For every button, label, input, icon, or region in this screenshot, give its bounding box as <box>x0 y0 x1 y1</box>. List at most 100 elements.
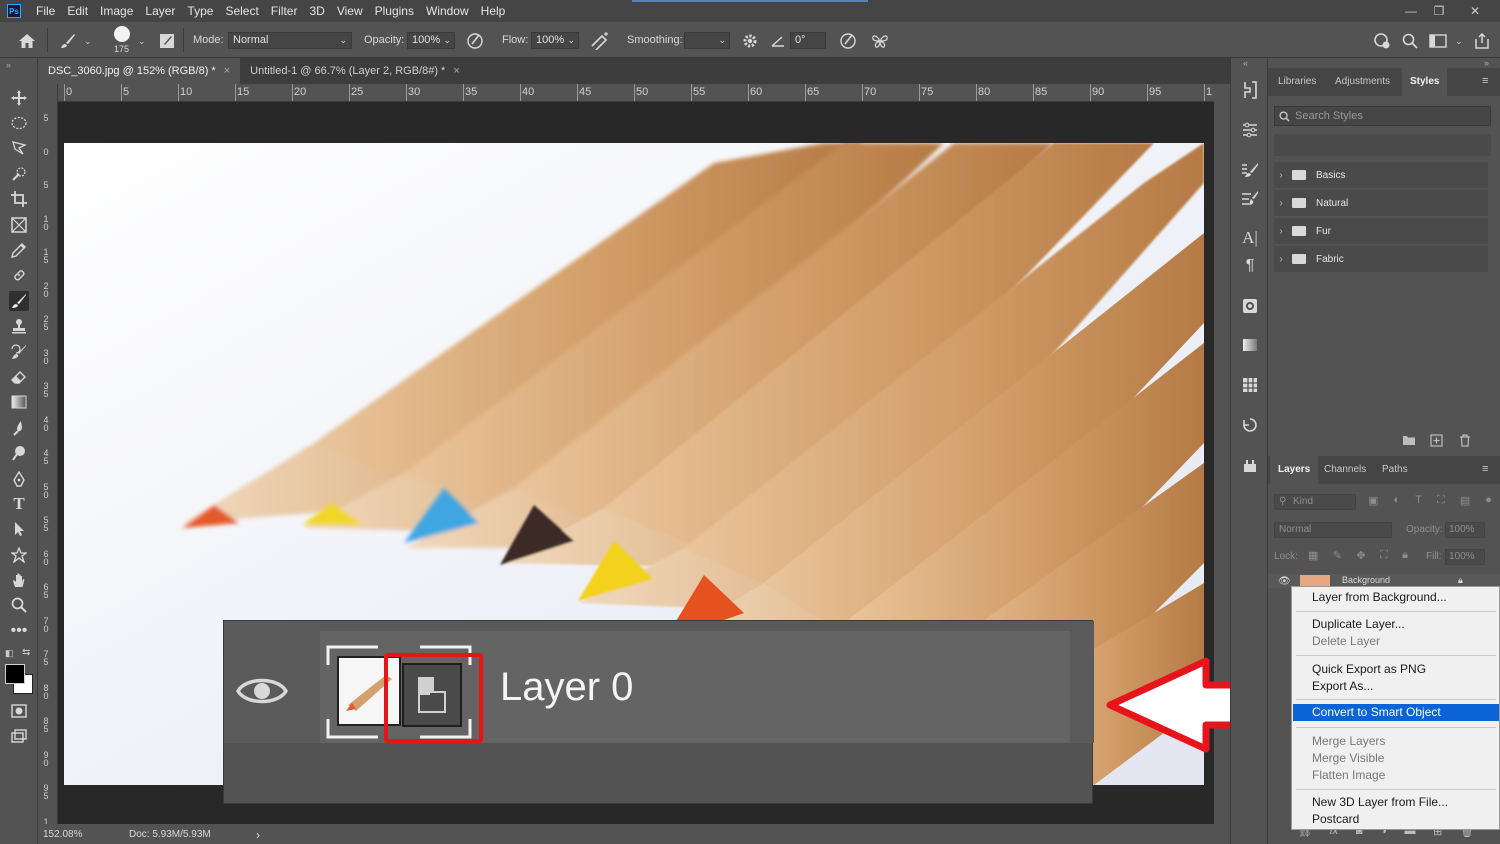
layer-kind-filter[interactable]: ⚲ Kind <box>1274 494 1356 510</box>
lock-transparent-icon[interactable]: ▦ <box>1308 549 1318 563</box>
menu-item-postcard[interactable]: Postcard <box>1293 811 1499 828</box>
restore-icon[interactable]: ❐ <box>1424 0 1454 22</box>
frame-tool-icon[interactable] <box>9 215 29 235</box>
style-folder-fabric[interactable]: › Fabric <box>1274 246 1488 272</box>
menu-edit[interactable]: Edit <box>61 0 94 22</box>
flow-field[interactable]: 100% ⌄ <box>531 32 579 49</box>
pen-tool-icon[interactable] <box>9 469 29 489</box>
history-panel-icon[interactable] <box>1240 80 1260 100</box>
pressure-size-icon[interactable] <box>838 31 858 51</box>
quick-selection-tool-icon[interactable] <box>9 164 29 184</box>
search-icon[interactable] <box>1400 31 1420 51</box>
tab-styles[interactable]: Styles <box>1402 68 1448 96</box>
move-tool-icon[interactable] <box>9 88 29 108</box>
zoom-tool-icon[interactable] <box>9 595 29 615</box>
chevron-down-icon[interactable]: ⌄ <box>1455 36 1463 47</box>
history-brush-tool-icon[interactable] <box>9 342 29 362</box>
brush-settings-icon[interactable] <box>1240 188 1260 208</box>
horizontal-ruler[interactable]: 0 5 10 15 20 25 30 35 40 45 50 55 60 65 70 75 80 85 90 95 1 <box>58 84 1214 102</box>
default-colors-icon[interactable]: ◧ <box>5 648 14 659</box>
menu-select[interactable]: Select <box>219 0 264 22</box>
menu-type[interactable]: Type <box>181 0 219 22</box>
menu-item-new-3d-layer[interactable]: New 3D Layer from File... <box>1293 794 1499 811</box>
smoothing-field[interactable]: ⌄ <box>684 32 730 49</box>
eraser-tool-icon[interactable] <box>9 367 29 387</box>
custom-shape-tool-icon[interactable] <box>9 545 29 565</box>
learn-icon[interactable] <box>1372 31 1392 51</box>
tab-layers[interactable]: Layers <box>1270 456 1319 484</box>
hand-tool-icon[interactable] <box>9 570 29 590</box>
tab-adjustments[interactable]: Adjustments <box>1327 68 1398 96</box>
airbrush-icon[interactable] <box>590 31 610 51</box>
filter-toggle-icon[interactable]: ● <box>1485 494 1492 510</box>
new-group-icon[interactable] <box>1402 434 1416 449</box>
new-style-icon[interactable] <box>1430 434 1443 450</box>
tab-channels[interactable]: Channels <box>1316 456 1374 484</box>
style-folder-fur[interactable]: › Fur <box>1274 218 1488 244</box>
brush-tip-preview[interactable] <box>114 26 130 42</box>
menu-image[interactable]: Image <box>94 0 139 22</box>
menu-view[interactable]: View <box>331 0 369 22</box>
lock-all-icon[interactable]: 🔒︎ <box>1402 549 1408 563</box>
opacity-field[interactable]: 100% ⌄ <box>407 32 455 49</box>
collapse-panel-icon[interactable]: » <box>6 60 11 70</box>
spot-healing-tool-icon[interactable] <box>9 265 29 285</box>
brush-tool-icon[interactable] <box>9 291 29 311</box>
more-tools-icon[interactable]: ••• <box>9 621 29 641</box>
collapse-panel-icon[interactable]: « <box>1243 58 1248 68</box>
menu-item-flatten-image[interactable]: Flatten Image <box>1293 767 1499 784</box>
menu-filter[interactable]: Filter <box>265 0 304 22</box>
patterns-panel-icon[interactable] <box>1240 415 1260 435</box>
menu-item-merge-layers[interactable]: Merge Layers <box>1293 733 1499 750</box>
filter-pixel-icon[interactable]: ▣ <box>1368 494 1378 510</box>
filter-adjustment-icon[interactable]: ◐ <box>1393 494 1400 510</box>
menu-file[interactable]: File <box>30 0 61 22</box>
menu-plugins[interactable]: Plugins <box>369 0 420 22</box>
menu-item-delete-layer[interactable]: Delete Layer <box>1293 633 1499 650</box>
minimize-icon[interactable]: — <box>1396 0 1426 22</box>
screen-mode-icon[interactable] <box>9 726 29 746</box>
marquee-tool-icon[interactable] <box>9 113 29 133</box>
crop-tool-icon[interactable] <box>9 189 29 209</box>
adjustments-panel-icon[interactable] <box>1240 120 1260 140</box>
eye-icon[interactable]: 👁︎ <box>1278 576 1291 587</box>
filter-smart-object-icon[interactable]: ▤ <box>1460 494 1470 510</box>
filter-type-icon[interactable]: T <box>1415 494 1422 510</box>
zoom-level[interactable]: 152.08% <box>43 829 82 840</box>
menu-window[interactable]: Window <box>420 0 475 22</box>
menu-layer[interactable]: Layer <box>139 0 181 22</box>
menu-3d[interactable]: 3D <box>303 0 330 22</box>
camera-panel-icon[interactable] <box>1240 296 1260 316</box>
swap-colors-icon[interactable]: ⇆ <box>22 647 30 658</box>
type-tool-icon[interactable]: T <box>9 494 29 514</box>
search-styles-input[interactable]: Search Styles <box>1274 106 1491 126</box>
path-selection-tool-icon[interactable] <box>9 519 29 539</box>
tab-untitled-1[interactable]: Untitled-1 @ 66.7% (Layer 2, RGB/8#) * × <box>240 58 470 84</box>
plugins-panel-icon[interactable] <box>1240 456 1260 476</box>
lock-artboard-icon[interactable]: ⛶ <box>1380 549 1388 563</box>
menu-help[interactable]: Help <box>475 0 512 22</box>
lasso-tool-icon[interactable] <box>9 138 29 158</box>
symmetry-butterfly-icon[interactable] <box>870 31 890 51</box>
style-folder-basics[interactable]: › Basics <box>1274 162 1488 188</box>
panel-menu-icon[interactable]: ≡ <box>1482 75 1488 87</box>
brush-settings-panel-icon[interactable] <box>157 31 177 51</box>
close-icon[interactable]: × <box>224 65 230 77</box>
paragraph-panel-icon[interactable]: ¶ <box>1240 256 1260 276</box>
share-icon[interactable] <box>1472 31 1492 51</box>
lock-position-icon[interactable]: ✥ <box>1356 549 1365 563</box>
lock-pixels-icon[interactable]: ✎ <box>1333 549 1342 563</box>
angle-field[interactable]: 0° <box>790 32 826 49</box>
swatches-panel-icon[interactable] <box>1240 375 1260 395</box>
menu-item-quick-export-png[interactable]: Quick Export as PNG <box>1293 661 1499 678</box>
close-icon[interactable]: × <box>453 65 459 77</box>
foreground-color-swatch[interactable] <box>5 664 25 684</box>
menu-item-duplicate-layer[interactable]: Duplicate Layer... <box>1293 616 1499 633</box>
fill-field[interactable]: 100% <box>1445 549 1485 565</box>
chevron-down-icon[interactable]: ⌄ <box>138 36 146 47</box>
chevron-down-icon[interactable]: ⌄ <box>84 36 92 47</box>
home-icon[interactable] <box>17 31 37 51</box>
menu-item-convert-to-smart-object[interactable]: Convert to Smart Object <box>1293 704 1499 721</box>
mode-dropdown[interactable]: Normal ⌄ <box>228 32 352 49</box>
close-window-icon[interactable]: ✕ <box>1460 0 1490 22</box>
